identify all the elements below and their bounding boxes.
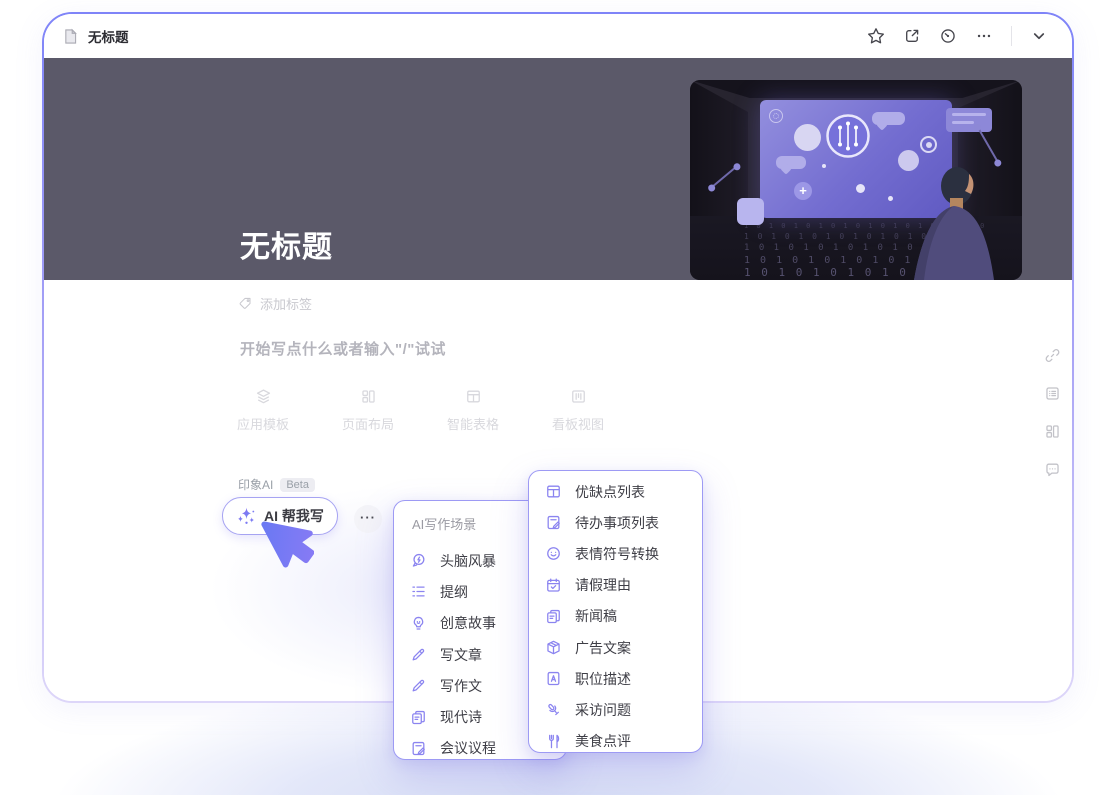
note-header: 无标题 1 0 1 0 1 0 1 0 1 0 1 0 1 0 1 0 1 0 …: [44, 58, 1072, 280]
window-title: 无标题: [88, 26, 129, 46]
tag-icon: [238, 296, 253, 311]
press-release-icon: [545, 608, 562, 625]
side-toolbar: [1044, 347, 1061, 478]
collapse-icon[interactable]: [1030, 27, 1048, 45]
plus-node: +: [794, 182, 812, 200]
ai-sparkle-icon: [236, 506, 257, 527]
menu-item-leave-reason[interactable]: 请假理由: [529, 570, 702, 601]
template-kanban-view[interactable]: 看板视图: [528, 388, 628, 433]
template-page-layout[interactable]: 页面布局: [318, 388, 418, 433]
kanban-icon[interactable]: [1044, 423, 1061, 440]
topbar-actions: [867, 26, 1048, 46]
ai-more-button[interactable]: ···: [354, 505, 382, 533]
toc-icon[interactable]: [1044, 385, 1061, 402]
document-icon: [62, 27, 79, 46]
share-icon[interactable]: [903, 27, 921, 45]
history-icon[interactable]: [939, 27, 957, 45]
menu-item-ad-copy[interactable]: 广告文案: [529, 632, 702, 663]
notes-card: [946, 108, 992, 132]
ai-more-scenes-menu: 优缺点列表 待办事项列表 表情符号转换 请假理由 新闻稿 广告文案 职位描述: [528, 470, 703, 753]
job-description-icon: [545, 670, 562, 687]
outline-icon: [410, 583, 427, 600]
more-icon[interactable]: [975, 27, 993, 45]
window-topbar: 无标题: [44, 14, 1072, 58]
menu-item-todo-list[interactable]: 待办事项列表: [529, 507, 702, 538]
add-tag-label: 添加标签: [260, 294, 312, 313]
ai-brand-row: 印象AI Beta: [238, 476, 315, 493]
editor-placeholder[interactable]: 开始写点什么或者输入"/"试试: [240, 338, 446, 359]
square-card: [737, 198, 764, 225]
creative-story-icon: [410, 615, 427, 632]
brainstorm-icon: [410, 552, 427, 569]
star-icon[interactable]: [867, 27, 885, 45]
write-essay-icon: [410, 677, 427, 694]
link-icon[interactable]: [1044, 347, 1061, 364]
food-review-icon: [545, 733, 562, 750]
person-silhouette: [900, 162, 1008, 280]
leave-reason-icon: [545, 577, 562, 594]
speech-bubble: [872, 112, 905, 125]
write-article-icon: [410, 646, 427, 663]
template-smart-table[interactable]: 智能表格: [423, 388, 523, 433]
ai-illustration: 1 0 1 0 1 0 1 0 1 0 1 0 1 0 1 0 1 0 1 0 …: [690, 80, 1022, 280]
ai-brand-name: 印象AI: [238, 476, 273, 493]
beta-badge: Beta: [280, 478, 315, 492]
emoji-convert-icon: [545, 545, 562, 562]
note-title[interactable]: 无标题: [240, 222, 333, 266]
pros-cons-icon: [545, 483, 562, 500]
menu-item-press-release[interactable]: 新闻稿: [529, 601, 702, 632]
menu-item-food-review[interactable]: 美食点评: [529, 726, 702, 757]
interview-icon: [545, 701, 562, 718]
target-node: [920, 136, 937, 153]
ai-write-button-label: AI 帮我写: [264, 506, 324, 526]
smart-table-icon: [465, 388, 482, 405]
meeting-agenda-icon: [410, 740, 427, 757]
comment-icon[interactable]: [1044, 461, 1061, 478]
todo-list-icon: [545, 514, 562, 531]
page-layout-icon: [360, 388, 377, 405]
gear-node: [769, 109, 783, 123]
modern-poetry-icon: [410, 709, 427, 726]
menu-item-pros-cons[interactable]: 优缺点列表: [529, 476, 702, 507]
template-shortcuts: 应用模板 页面布局 智能表格 看板视图: [213, 388, 628, 433]
menu-item-interview[interactable]: 采访问题: [529, 694, 702, 725]
ai-write-button[interactable]: AI 帮我写: [222, 497, 338, 535]
neural-network-icon: [824, 112, 872, 160]
menu-item-job-description[interactable]: 职位描述: [529, 663, 702, 694]
screenshot-root: 无标题 无标题 1 0 1: [0, 0, 1116, 795]
kanban-view-icon: [570, 388, 587, 405]
template-app-templates[interactable]: 应用模板: [213, 388, 313, 433]
topbar-divider: [1011, 26, 1012, 46]
menu-item-emoji-convert[interactable]: 表情符号转换: [529, 538, 702, 569]
add-tag-button[interactable]: 添加标签: [238, 294, 312, 313]
layers-icon: [255, 388, 272, 405]
ad-copy-icon: [545, 639, 562, 656]
speech-bubble: [776, 156, 806, 169]
